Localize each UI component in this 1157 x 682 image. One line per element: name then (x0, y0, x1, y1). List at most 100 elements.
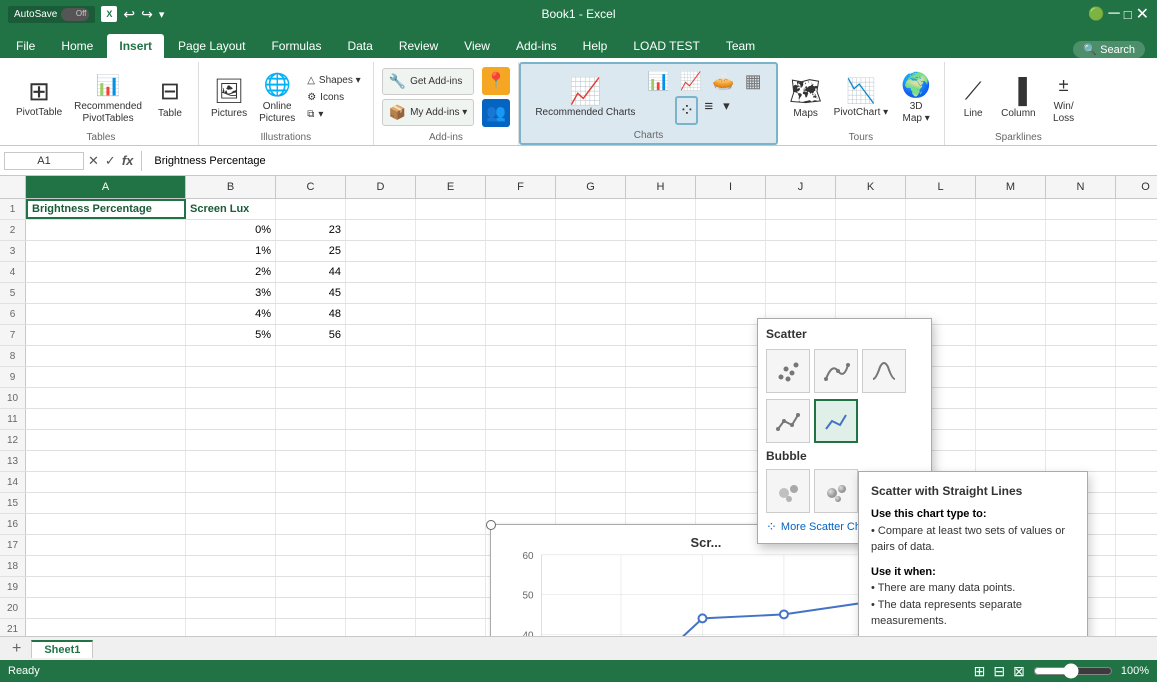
icons-btn[interactable]: ⚙ Icons (303, 90, 364, 105)
recommended-charts-btn[interactable]: 📈 Recommended Charts (531, 72, 639, 122)
tab-review[interactable]: Review (387, 34, 450, 58)
tab-insert[interactable]: Insert (107, 34, 164, 58)
cell-f10[interactable] (486, 388, 556, 408)
cell-a16[interactable] (26, 514, 186, 534)
cell-c14[interactable] (276, 472, 346, 492)
cell-a1[interactable]: Brightness Percentage (26, 199, 186, 219)
cell-b16[interactable] (186, 514, 276, 534)
cell-g8[interactable] (556, 346, 626, 366)
cell-f8[interactable] (486, 346, 556, 366)
cell-c19[interactable] (276, 577, 346, 597)
cell-e7[interactable] (416, 325, 486, 345)
cell-i15[interactable] (696, 493, 766, 513)
cell-b11[interactable] (186, 409, 276, 429)
column-sparkline-btn[interactable]: ▐ Column (997, 73, 1039, 122)
online-pictures-btn[interactable]: 🌐 OnlinePictures (255, 66, 299, 128)
cell-o10[interactable] (1116, 388, 1157, 408)
cell-h8[interactable] (626, 346, 696, 366)
cell-a4[interactable] (26, 262, 186, 282)
cell-d11[interactable] (346, 409, 416, 429)
col-header-i[interactable]: I (696, 176, 766, 198)
cell-h7[interactable] (626, 325, 696, 345)
cell-b1[interactable]: Screen Lux (186, 199, 276, 219)
cell-m4[interactable] (976, 262, 1046, 282)
bar-chart-btn[interactable]: 📊 (643, 69, 673, 94)
maps-btn[interactable]: 🗺 Maps (786, 73, 826, 122)
tab-view[interactable]: View (452, 34, 502, 58)
cell-e1[interactable] (416, 199, 486, 219)
get-addins-btn[interactable]: 🔧 Get Add-ins (382, 68, 475, 95)
cell-g2[interactable] (556, 220, 626, 240)
pivot-table-btn[interactable]: ⊞ PivotTable (12, 72, 66, 122)
cell-m9[interactable] (976, 367, 1046, 387)
cell-o2[interactable] (1116, 220, 1157, 240)
cell-m7[interactable] (976, 325, 1046, 345)
cell-a2[interactable] (26, 220, 186, 240)
cell-c18[interactable] (276, 556, 346, 576)
cell-o18[interactable] (1116, 556, 1157, 576)
line-chart-btn[interactable]: 📈 (676, 69, 706, 94)
cell-d9[interactable] (346, 367, 416, 387)
cell-e9[interactable] (416, 367, 486, 387)
undo-icon[interactable]: ↩ (123, 6, 135, 23)
shapes-btn[interactable]: △ Shapes ▾ (303, 73, 364, 88)
cell-i1[interactable] (696, 199, 766, 219)
cell-n2[interactable] (1046, 220, 1116, 240)
cell-d13[interactable] (346, 451, 416, 471)
tab-data[interactable]: Data (335, 34, 384, 58)
cell-d3[interactable] (346, 241, 416, 261)
table-btn[interactable]: ⊟ Table (150, 73, 190, 122)
cell-g15[interactable] (556, 493, 626, 513)
cell-n3[interactable] (1046, 241, 1116, 261)
cell-a13[interactable] (26, 451, 186, 471)
more-charts-btn[interactable]: ▾ (719, 96, 734, 125)
cell-h4[interactable] (626, 262, 696, 282)
col-header-g[interactable]: G (556, 176, 626, 198)
cell-e2[interactable] (416, 220, 486, 240)
pictures-btn[interactable]: 🖼 Pictures (207, 73, 251, 122)
cell-m12[interactable] (976, 430, 1046, 450)
ribbon-collapse-btn[interactable]: 🟢 (1088, 6, 1104, 22)
cell-a7[interactable] (26, 325, 186, 345)
cell-a3[interactable] (26, 241, 186, 261)
cell-a10[interactable] (26, 388, 186, 408)
scatter-smooth-lines-btn[interactable] (814, 349, 858, 393)
bubble-basic-btn[interactable] (766, 469, 810, 513)
cell-e10[interactable] (416, 388, 486, 408)
cell-o12[interactable] (1116, 430, 1157, 450)
col-header-c[interactable]: C (276, 176, 346, 198)
3dmap-btn[interactable]: 🌍 3DMap ▾ (896, 66, 936, 128)
cell-i5[interactable] (696, 283, 766, 303)
cell-g1[interactable] (556, 199, 626, 219)
cell-j1[interactable] (766, 199, 836, 219)
cell-i12[interactable] (696, 430, 766, 450)
cell-d7[interactable] (346, 325, 416, 345)
area-chart-btn[interactable]: ▦ (741, 69, 766, 94)
cell-h15[interactable] (626, 493, 696, 513)
cell-j4[interactable] (766, 262, 836, 282)
cell-d1[interactable] (346, 199, 416, 219)
cell-d6[interactable] (346, 304, 416, 324)
cell-o20[interactable] (1116, 598, 1157, 618)
cell-i9[interactable] (696, 367, 766, 387)
cell-g14[interactable] (556, 472, 626, 492)
cell-c5[interactable]: 45 (276, 283, 346, 303)
col-header-h[interactable]: H (626, 176, 696, 198)
cell-f2[interactable] (486, 220, 556, 240)
cell-c16[interactable] (276, 514, 346, 534)
cell-a9[interactable] (26, 367, 186, 387)
cell-e17[interactable] (416, 535, 486, 555)
cell-e12[interactable] (416, 430, 486, 450)
cell-f11[interactable] (486, 409, 556, 429)
cell-f4[interactable] (486, 262, 556, 282)
cell-c11[interactable] (276, 409, 346, 429)
tab-formulas[interactable]: Formulas (259, 34, 333, 58)
cell-h11[interactable] (626, 409, 696, 429)
cell-i13[interactable] (696, 451, 766, 471)
cell-i11[interactable] (696, 409, 766, 429)
cell-n5[interactable] (1046, 283, 1116, 303)
cell-l4[interactable] (906, 262, 976, 282)
scatter-straight-markers-btn[interactable] (766, 399, 810, 443)
cell-g10[interactable] (556, 388, 626, 408)
cell-e3[interactable] (416, 241, 486, 261)
